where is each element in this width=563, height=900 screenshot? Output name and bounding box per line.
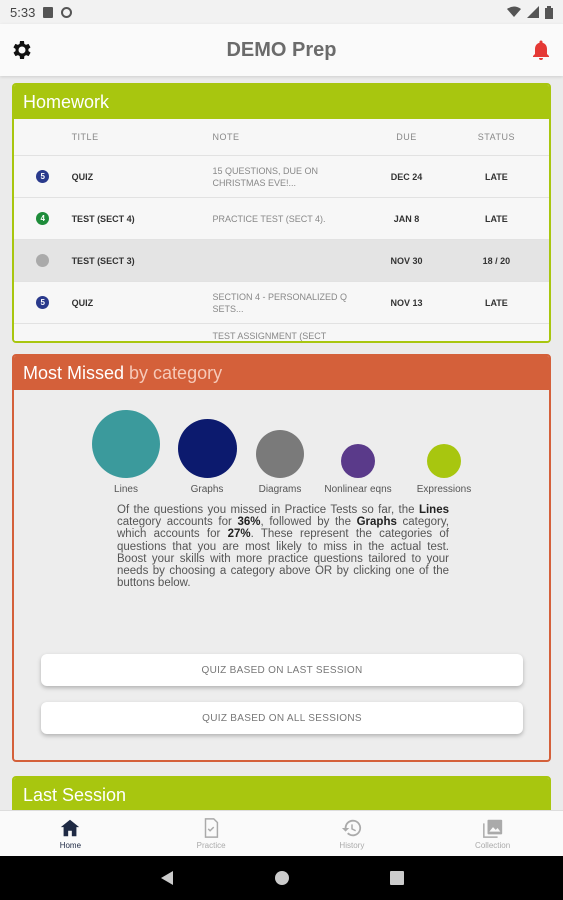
homework-row[interactable]: 4 TEST ASSIGNMENT (SECT	[14, 323, 549, 343]
column-due: DUE	[396, 132, 417, 142]
app-title: DEMO Prep	[226, 38, 337, 61]
section-badge-icon	[36, 254, 50, 267]
category-label: Nonlinear eqns	[324, 484, 392, 495]
section-badge-icon: 5	[36, 170, 50, 183]
home-circle-icon[interactable]	[274, 870, 290, 886]
most-missed-header: Most Missed by category	[14, 356, 549, 390]
row-status: 18 / 20	[482, 255, 511, 266]
sync-icon	[61, 6, 73, 18]
category-expressions[interactable]: Expressions	[404, 444, 484, 495]
section-badge-icon: 4	[36, 342, 49, 343]
nav-label: History	[339, 841, 365, 850]
bottom-nav: Home Practice History Collection	[0, 810, 563, 856]
nav-history[interactable]: History	[282, 811, 423, 856]
home-icon	[61, 819, 80, 837]
row-due: NOV 13	[390, 297, 423, 308]
last-session-title: Last Session	[23, 784, 127, 805]
row-due: NOV 30	[390, 255, 423, 266]
category-diagrams[interactable]: Diagrams	[255, 430, 305, 495]
battery-icon	[545, 5, 553, 19]
category-label: Graphs	[190, 484, 224, 495]
wifi-icon	[507, 6, 521, 17]
category-bubble[interactable]	[92, 410, 160, 478]
section-badge-icon: 5	[36, 296, 50, 309]
row-note: PRACTICE TEST (SECT 4).	[212, 213, 326, 224]
nav-label: Collection	[475, 841, 511, 850]
most-missed-description: Of the questions you missed in Practice …	[117, 504, 449, 590]
category-nonlinear-eqns[interactable]: Nonlinear eqns	[318, 444, 398, 495]
recents-icon[interactable]	[389, 871, 404, 885]
back-icon[interactable]	[160, 870, 174, 886]
nav-collection[interactable]: Collection	[422, 811, 563, 856]
quiz-all-sessions-button[interactable]: QUIZ BASED ON ALL SESSIONS	[41, 702, 523, 734]
last-session-header: Last Session	[14, 778, 549, 810]
history-icon	[341, 819, 361, 837]
sd-card-icon	[43, 6, 54, 18]
scroll-content[interactable]: Homework TITLE NOTE DUE STATUS 5 QUIZ 15…	[0, 76, 563, 810]
nav-label: Practice	[196, 841, 226, 850]
category-bubble[interactable]	[341, 444, 375, 478]
row-title: QUIZ	[71, 171, 94, 182]
quiz-last-session-button[interactable]: QUIZ BASED ON LAST SESSION	[41, 654, 523, 686]
row-due: JAN 8	[393, 213, 420, 224]
row-title: QUIZ	[71, 297, 94, 308]
app-bar: DEMO Prep	[0, 24, 563, 76]
category-label: Lines	[114, 484, 138, 495]
homework-row[interactable]: TEST (SECT 3) NOV 30 18 / 20	[14, 239, 549, 281]
category-lines[interactable]: Lines	[91, 410, 161, 495]
row-note: 15 QUESTIONS, DUE ON CHRISTMAS EVE!...	[212, 165, 319, 188]
most-missed-subtitle: by category	[129, 362, 223, 383]
status-time: 5:33	[10, 4, 36, 20]
practice-icon	[204, 818, 219, 838]
category-bubble[interactable]	[256, 430, 304, 478]
nav-practice[interactable]: Practice	[141, 811, 282, 856]
category-bubbles: Lines Graphs Diagrams Nonlinear eqns Exp…	[14, 400, 549, 496]
homework-row[interactable]: 4 TEST (SECT 4) PRACTICE TEST (SECT 4). …	[14, 197, 549, 239]
category-graphs[interactable]: Graphs	[177, 419, 237, 495]
homework-title: Homework	[23, 91, 110, 112]
row-status: LATE	[484, 213, 508, 224]
category-label: Expressions	[416, 484, 472, 495]
last-session-card: Last Session	[12, 776, 551, 810]
row-status: LATE	[484, 171, 508, 182]
most-missed-card: Most Missed by category Lines Graphs Dia…	[12, 354, 551, 762]
row-title: TEST (SECT 3)	[71, 255, 135, 266]
nav-home[interactable]: Home	[0, 811, 141, 856]
signal-icon	[527, 6, 539, 18]
row-status: LATE	[484, 297, 508, 308]
homework-card: Homework TITLE NOTE DUE STATUS 5 QUIZ 15…	[12, 83, 551, 343]
row-title: TEST (SECT 4)	[71, 213, 135, 224]
category-label: Diagrams	[258, 484, 302, 495]
nav-label: Home	[59, 841, 82, 850]
column-title: TITLE	[71, 132, 99, 142]
homework-table: TITLE NOTE DUE STATUS 5 QUIZ 15 QUESTION…	[14, 119, 549, 343]
category-bubble[interactable]	[177, 419, 237, 478]
homework-table-header: TITLE NOTE DUE STATUS	[14, 119, 549, 155]
row-note: SECTION 4 - PERSONALIZED Q SETS...	[212, 291, 348, 314]
homework-row[interactable]: 5 QUIZ 15 QUESTIONS, DUE ON CHRISTMAS EV…	[14, 155, 549, 197]
homework-header: Homework	[14, 85, 549, 119]
most-missed-title: Most Missed	[23, 362, 125, 383]
category-bubble[interactable]	[427, 444, 461, 478]
column-status: STATUS	[477, 132, 515, 142]
collection-icon	[482, 819, 502, 838]
row-note: TEST ASSIGNMENT (SECT	[212, 331, 327, 341]
notification-bell-icon[interactable]	[529, 38, 553, 62]
homework-row[interactable]: 5 QUIZ SECTION 4 - PERSONALIZED Q SETS..…	[14, 281, 549, 323]
status-bar: 5:33	[0, 0, 563, 24]
section-badge-icon: 4	[36, 212, 50, 225]
row-due: DEC 24	[390, 171, 423, 182]
column-note: NOTE	[212, 132, 240, 142]
system-nav-bar	[0, 856, 563, 900]
gear-icon[interactable]	[10, 38, 34, 62]
